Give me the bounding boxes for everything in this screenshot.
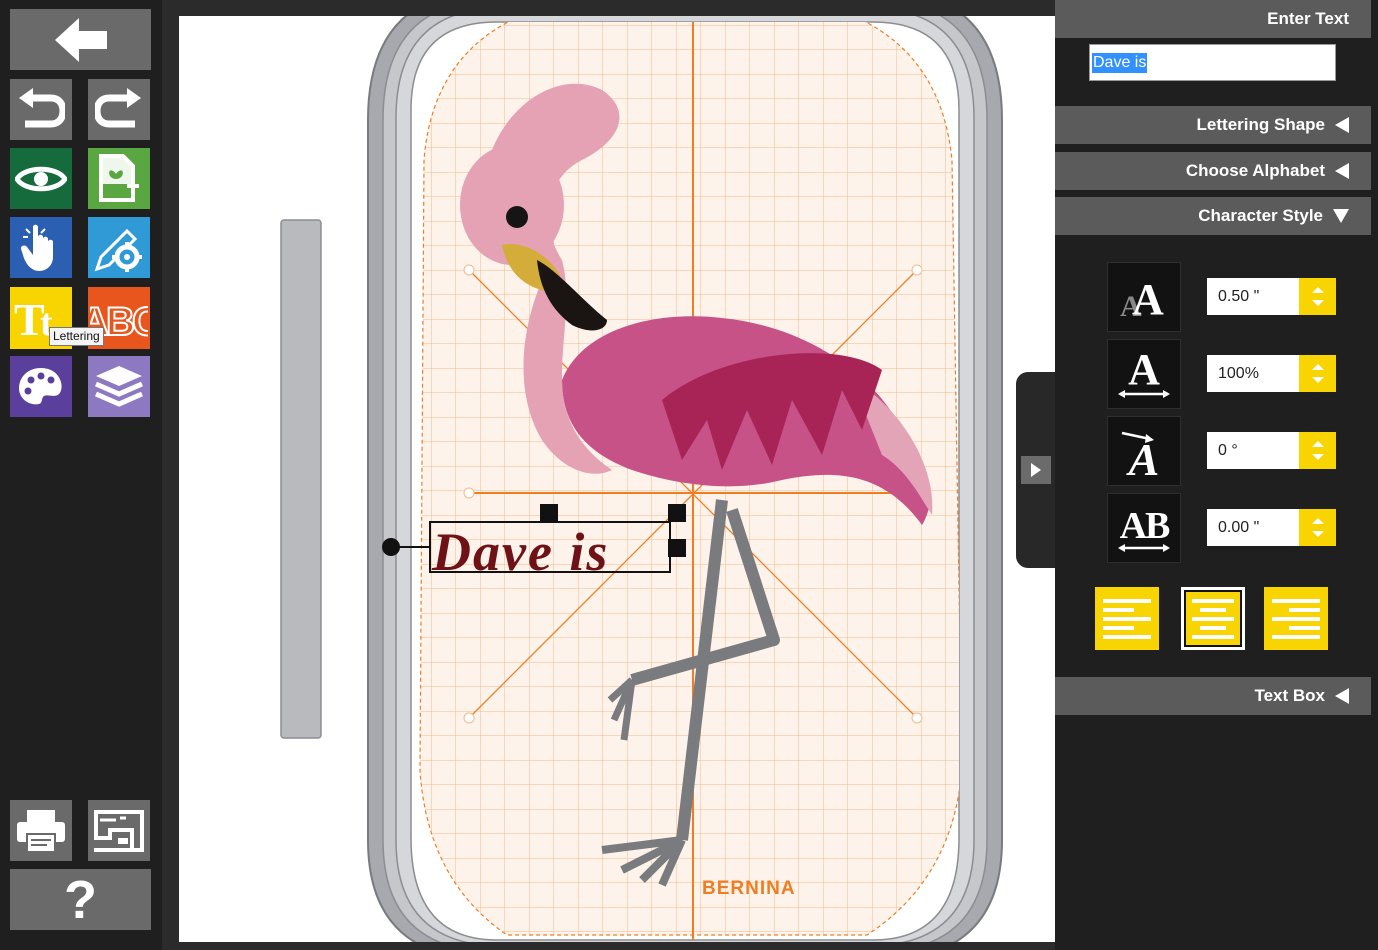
spacing-icon: AB — [1107, 493, 1181, 563]
new-design-button[interactable] — [88, 148, 150, 209]
text-box-label: Text Box — [1254, 686, 1325, 705]
character-style-header[interactable]: Character Style — [1055, 197, 1371, 235]
choose-alphabet-header[interactable]: Choose Alphabet — [1055, 152, 1371, 190]
canvas-top-edge — [162, 0, 1055, 16]
canvas-left-edge — [162, 0, 179, 950]
machine-button[interactable] — [88, 800, 150, 861]
width-value: 100% — [1218, 364, 1259, 382]
width-icon: A — [1107, 339, 1181, 409]
up-icon — [1311, 441, 1324, 448]
svg-text:AB: AB — [1120, 505, 1170, 547]
redo-button[interactable] — [88, 79, 150, 140]
size-value: 0.50 " — [1218, 287, 1260, 305]
resize-handle-side[interactable] — [668, 539, 686, 557]
down-icon — [1311, 530, 1324, 537]
size-stepper[interactable] — [1299, 278, 1336, 315]
text-box-header[interactable]: Text Box — [1055, 677, 1371, 715]
app-window: Tt ABC Lettering ? Dave is BERNINA Enter… — [0, 0, 1378, 950]
brand-label: BERNINA — [702, 878, 796, 899]
character-style-label: Character Style — [1198, 206, 1323, 225]
svg-text:A: A — [1132, 275, 1164, 322]
slant-spinner[interactable]: 0 ° — [1207, 432, 1336, 469]
slant-icon: A — [1107, 416, 1181, 486]
back-button[interactable] — [10, 9, 151, 70]
tooltip: Lettering — [49, 327, 104, 346]
align-left-button[interactable] — [1095, 587, 1159, 650]
enter-text-title: Enter Text — [1267, 9, 1349, 28]
properties-panel: Enter Text Dave is Lettering Shape Choos… — [1055, 0, 1378, 950]
chevron-right-icon — [1031, 463, 1041, 477]
expand-arrow-icon — [1335, 117, 1349, 133]
design-canvas[interactable]: Dave is BERNINA — [162, 0, 1055, 950]
up-icon — [1311, 364, 1324, 371]
new-design-icon — [99, 153, 139, 202]
size-icon: AA — [1107, 262, 1181, 332]
spacing-stepper[interactable] — [1299, 509, 1336, 546]
down-icon — [1311, 376, 1324, 383]
palette-icon — [19, 367, 62, 404]
undo-button[interactable] — [10, 79, 72, 140]
edit-gear-icon — [94, 228, 142, 272]
layers-icon — [95, 365, 143, 407]
up-icon — [1311, 287, 1324, 294]
text-input-field[interactable]: Dave is — [1089, 44, 1336, 81]
select-button[interactable] — [10, 217, 72, 278]
back-arrow-icon — [54, 17, 107, 62]
text-input-value: Dave is — [1092, 52, 1148, 73]
slant-stepper[interactable] — [1299, 432, 1336, 469]
resize-handle-corner[interactable] — [668, 504, 686, 522]
panel-collapse-tab — [1016, 372, 1056, 568]
hand-pointer-icon — [21, 224, 53, 271]
down-icon — [1311, 453, 1324, 460]
rotate-handle[interactable] — [382, 538, 400, 556]
canvas-bottom-edge — [162, 942, 1055, 950]
slant-value: 0 ° — [1218, 441, 1238, 459]
choose-alphabet-label: Choose Alphabet — [1185, 161, 1325, 180]
align-right-button[interactable] — [1264, 587, 1328, 650]
lettering-shape-label: Lettering Shape — [1196, 115, 1325, 134]
print-button[interactable] — [10, 800, 72, 861]
down-icon — [1311, 299, 1324, 306]
redo-icon — [95, 87, 141, 127]
lettering-shape-header[interactable]: Lettering Shape — [1055, 106, 1371, 144]
up-icon — [1311, 518, 1324, 525]
edit-button[interactable] — [88, 217, 150, 278]
eye-icon — [15, 166, 67, 191]
embroidery-scene: Dave is BERNINA — [280, 0, 1003, 950]
collapse-panel-button[interactable] — [1021, 456, 1051, 484]
printer-icon — [17, 809, 65, 853]
undo-icon — [19, 87, 65, 127]
enter-text-header: Enter Text — [1055, 0, 1371, 38]
expand-arrow-icon — [1335, 163, 1349, 179]
preview-button[interactable] — [10, 148, 72, 209]
spacing-spinner[interactable]: 0.00 " — [1207, 509, 1336, 546]
help-button[interactable]: ? — [10, 869, 151, 930]
align-center-button[interactable] — [1181, 587, 1245, 650]
spacing-value: 0.00 " — [1218, 518, 1260, 536]
svg-text:A: A — [1128, 346, 1160, 394]
width-stepper[interactable] — [1299, 355, 1336, 392]
lettering-text: Dave is — [431, 522, 609, 582]
layers-button[interactable] — [88, 356, 150, 417]
width-spinner[interactable]: 100% — [1207, 355, 1336, 392]
collapse-arrow-icon — [1333, 209, 1349, 223]
colors-button[interactable] — [10, 356, 72, 417]
svg-text:A: A — [1126, 434, 1160, 479]
left-toolbar: Tt ABC Lettering ? — [0, 0, 162, 950]
sewing-machine-icon — [94, 809, 144, 852]
size-spinner[interactable]: 0.50 " — [1207, 278, 1336, 315]
expand-arrow-icon — [1335, 688, 1349, 704]
help-label: ? — [64, 869, 97, 930]
resize-handle-top[interactable] — [540, 504, 558, 522]
